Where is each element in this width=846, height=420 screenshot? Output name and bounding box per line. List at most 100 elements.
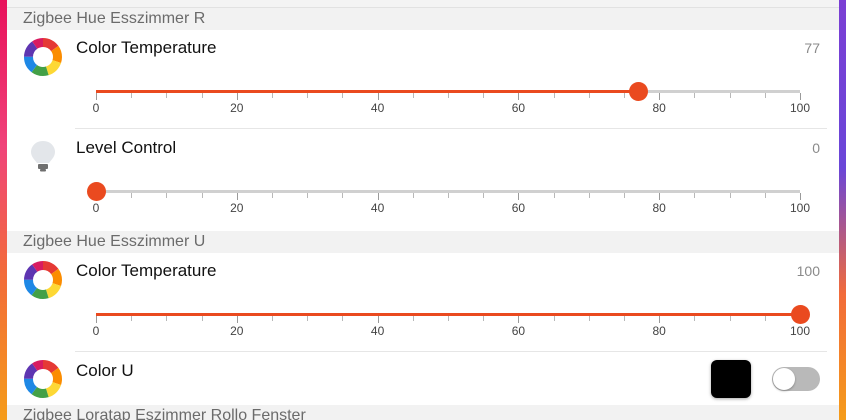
slider-tick xyxy=(448,93,449,98)
slider-tick xyxy=(553,93,555,98)
device-list-panel: Zigbee Hue Esszimmer R Color Temperature… xyxy=(7,0,839,420)
slider-tick xyxy=(448,316,449,321)
slider-tick xyxy=(694,193,696,198)
slider-tick xyxy=(518,316,520,323)
slider-tick xyxy=(201,316,203,321)
control-row-level-control: Level Control 0 0 20 40 60 80 100 xyxy=(7,130,839,230)
slider-tick xyxy=(272,93,273,98)
slider-tick-label: 100 xyxy=(789,201,811,215)
slider-tick xyxy=(131,193,133,198)
control-title: Level Control xyxy=(76,138,177,157)
slider-tick xyxy=(342,93,344,98)
slider-tick xyxy=(272,316,273,321)
slider-tick xyxy=(166,93,168,98)
slider-tick xyxy=(518,93,520,100)
row-divider xyxy=(75,128,827,129)
row-divider xyxy=(75,351,827,352)
slider-tick xyxy=(800,93,801,100)
slider-tick-label: 20 xyxy=(230,101,244,115)
slider-tick xyxy=(800,193,801,200)
color-wheel-icon xyxy=(24,360,62,398)
level-control-slider[interactable]: 0 20 40 60 80 100 xyxy=(87,182,810,222)
slider-tick xyxy=(764,316,766,321)
slider-tick xyxy=(236,193,238,200)
slider-tick xyxy=(131,93,133,98)
light-bulb-icon xyxy=(31,141,55,172)
slider-tick xyxy=(201,193,203,198)
slider-tick-label: 0 xyxy=(92,201,100,215)
slider-tick xyxy=(483,193,485,198)
slider-tick xyxy=(412,316,414,321)
slider-fill xyxy=(96,90,639,93)
slider-tick xyxy=(729,93,731,98)
slider-tick xyxy=(624,93,625,98)
control-title: Color Temperature xyxy=(76,261,217,280)
slider-tick xyxy=(553,193,555,198)
slider-tick xyxy=(272,193,273,198)
slider-tick-label: 20 xyxy=(230,324,244,338)
slider-tick xyxy=(307,193,309,198)
slider-thumb[interactable] xyxy=(87,182,106,201)
slider-tick xyxy=(96,316,97,323)
slider-tick xyxy=(588,316,590,321)
slider-tick xyxy=(483,316,485,321)
slider-tick xyxy=(342,193,344,198)
slider-tick xyxy=(588,193,590,198)
power-toggle[interactable] xyxy=(772,367,820,391)
slider-tick-label: 20 xyxy=(230,201,244,215)
slider-tick-label: 80 xyxy=(652,201,666,215)
color-picker-swatch[interactable] xyxy=(711,360,751,398)
slider-tick xyxy=(588,93,590,98)
slider-tick-label: 80 xyxy=(652,101,666,115)
slider-tick xyxy=(694,316,696,321)
slider-tick-label: 0 xyxy=(92,324,100,338)
app-frame-edge xyxy=(838,0,846,420)
control-title: Color Temperature xyxy=(76,38,217,57)
control-value: 100 xyxy=(796,263,820,279)
slider-thumb[interactable] xyxy=(791,305,810,324)
slider-tick xyxy=(659,193,661,200)
slider-tick xyxy=(448,193,449,198)
slider-tick-label: 40 xyxy=(370,101,385,115)
slider-tick-label: 80 xyxy=(652,324,666,338)
slider-tick-label: 60 xyxy=(511,201,526,215)
slider-tick xyxy=(377,316,379,323)
group-header: Zigbee Hue Esszimmer U xyxy=(7,231,839,253)
slider-tick-label: 100 xyxy=(789,324,811,338)
slider-tick-label: 100 xyxy=(789,101,811,115)
control-row-color-temperature: Color Temperature 77 0 20 40 60 80 100 xyxy=(7,30,839,130)
slider-tick xyxy=(236,316,238,323)
slider-tick xyxy=(412,93,414,98)
slider-tick xyxy=(624,193,625,198)
slider-tick xyxy=(729,316,731,321)
slider-tick xyxy=(764,93,766,98)
slider-tick xyxy=(624,316,625,321)
group-header: Zigbee Loratap Eszimmer Rollo Fenster xyxy=(7,405,839,420)
slider-thumb[interactable] xyxy=(629,82,649,101)
slider-tick xyxy=(201,93,203,98)
slider-tick xyxy=(166,316,168,321)
control-title: Color U xyxy=(76,361,134,380)
control-row-color-u: Color U xyxy=(7,353,839,405)
slider-tick xyxy=(729,193,731,198)
slider-tick-label: 0 xyxy=(92,101,100,115)
slider-tick xyxy=(553,316,555,321)
slider-tick-label: 60 xyxy=(511,324,526,338)
slider-tick xyxy=(377,193,379,200)
control-row-color-temperature: Color Temperature 100 0 20 40 60 80 100 xyxy=(7,253,839,353)
color-wheel-icon xyxy=(24,38,62,76)
slider-tick xyxy=(166,193,168,198)
slider-tick xyxy=(96,93,97,100)
color-temperature-slider[interactable]: 0 20 40 60 80 100 xyxy=(92,82,810,122)
group-header: Zigbee Hue Esszimmer R xyxy=(7,8,839,30)
slider-tick xyxy=(131,316,133,321)
panel-top-rule xyxy=(7,0,839,8)
color-wheel-icon xyxy=(24,261,62,299)
slider-tick xyxy=(518,193,520,200)
color-temperature-slider[interactable]: 0 20 40 60 80 100 xyxy=(92,305,810,345)
slider-tick xyxy=(483,93,485,98)
slider-tick xyxy=(764,193,766,198)
slider-tick xyxy=(412,193,414,198)
slider-tick-label: 40 xyxy=(370,324,385,338)
slider-tick xyxy=(236,93,238,100)
